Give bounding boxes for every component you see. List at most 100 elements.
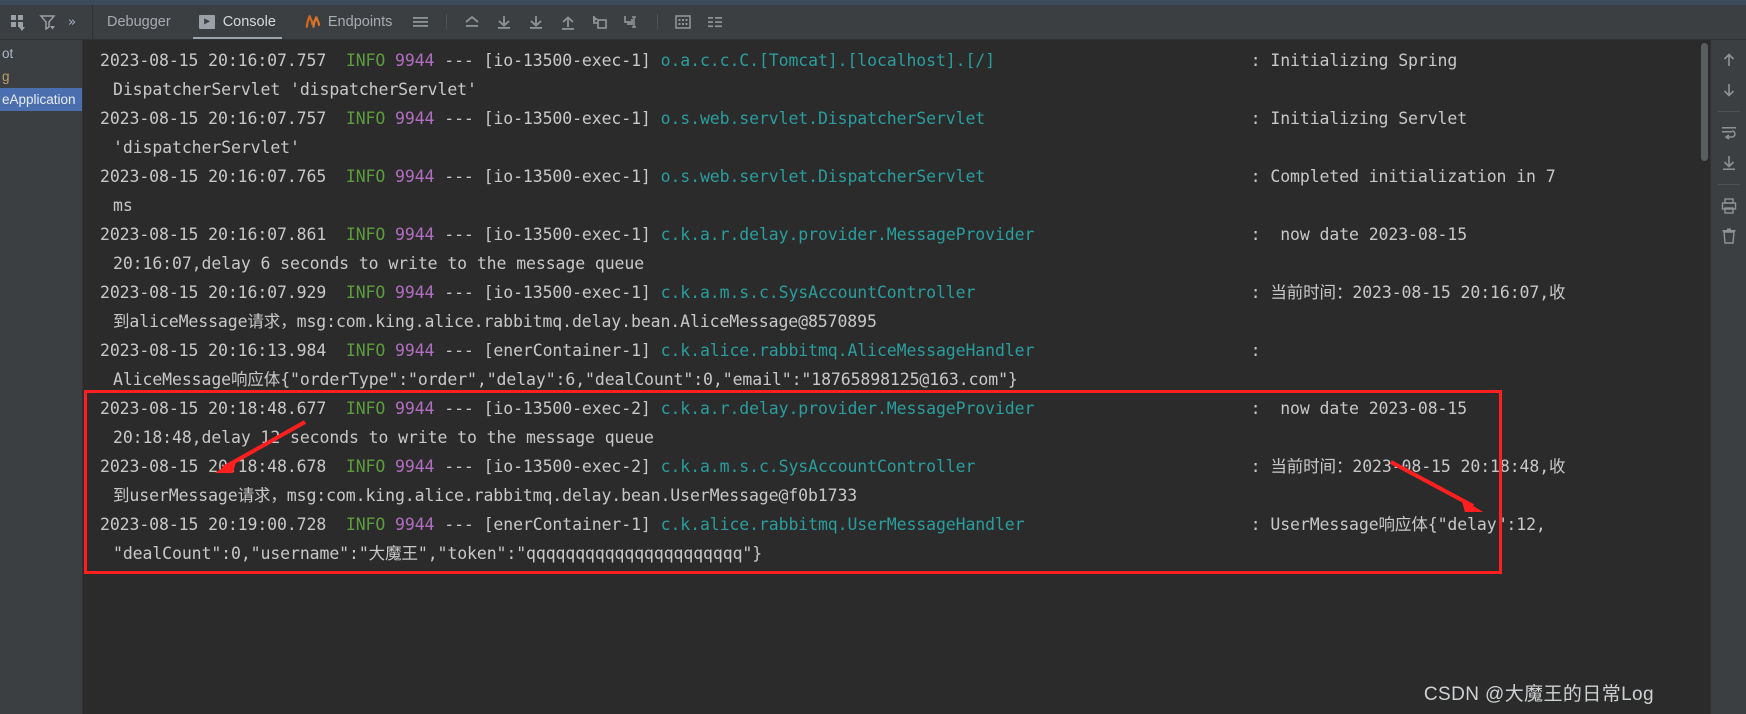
tab-console-label: Console [222, 14, 276, 30]
log-dashes: --- [444, 399, 474, 418]
console-line-text: 到aliceMessage请求，msg:com.king.alice.rabbi… [113, 312, 877, 331]
log-message: Completed initialization in 7 [1270, 167, 1556, 186]
soft-wrap-icon[interactable] [1715, 119, 1743, 147]
log-level: INFO [345, 225, 386, 244]
log-message: Initializing Spring [1270, 51, 1458, 70]
step-out-icon[interactable] [457, 8, 487, 36]
toolbar-left-group: » [0, 0, 93, 39]
log-dashes: --- [444, 167, 474, 186]
log-timestamp: 2023-08-15 20:18:48.677 [100, 399, 327, 418]
console-line-text: ms [113, 196, 133, 215]
console-line-continuation: 20:18:48,delay 12 seconds to write to th… [83, 423, 1710, 452]
tab-endpoints-label: Endpoints [327, 14, 393, 30]
log-separator: : [1250, 283, 1261, 302]
log-level: INFO [345, 399, 386, 418]
evaluate-icon[interactable] [668, 8, 698, 36]
log-separator: : [1250, 225, 1261, 244]
log-dashes: --- [444, 341, 474, 360]
log-timestamp: 2023-08-15 20:16:07.757 [100, 109, 327, 128]
log-separator: : [1250, 341, 1261, 360]
menu-icon[interactable] [406, 8, 436, 36]
scroll-to-end-icon[interactable] [1715, 149, 1743, 177]
scroll-down-icon[interactable] [1715, 76, 1743, 104]
print-icon[interactable] [1715, 192, 1743, 220]
tab-debugger[interactable]: Debugger [93, 5, 185, 39]
scroll-up-icon[interactable] [1715, 46, 1743, 74]
frames-row-1[interactable]: g [0, 65, 82, 88]
log-thread: [io-13500-exec-2] [483, 399, 651, 418]
console-line: 2023-08-15 20:18:48.678 INFO 9944 --- [i… [83, 452, 1710, 481]
clear-all-icon[interactable] [1715, 222, 1743, 250]
console-output-panel[interactable]: 2023-08-15 20:16:07.757 INFO 9944 --- [i… [83, 40, 1710, 714]
toolbar-divider-2 [657, 14, 659, 30]
layout-icon[interactable] [6, 10, 30, 34]
log-pid: 9944 [395, 515, 435, 534]
log-thread: [enerContainer-1] [483, 341, 651, 360]
log-logger: c.k.alice.rabbitmq.UserMessageHandler [660, 515, 1025, 534]
run-to-cursor-icon[interactable] [585, 8, 615, 36]
console-line: 2023-08-15 20:19:00.728 INFO 9944 --- [e… [83, 510, 1710, 539]
log-separator: : [1250, 399, 1261, 418]
endpoints-icon [304, 14, 321, 31]
log-thread: [io-13500-exec-1] [483, 51, 651, 70]
log-message: 当前时间：2023-08-15 20:18:48,收 [1270, 457, 1566, 476]
gutter-divider-1 [1717, 111, 1740, 112]
step-into-icon[interactable] [521, 8, 551, 36]
log-pid: 9944 [395, 167, 435, 186]
console-line: 2023-08-15 20:16:07.757 INFO 9944 --- [i… [83, 104, 1710, 133]
console-line-text: DispatcherServlet 'dispatcherServlet' [113, 80, 477, 99]
ide-window: » Debugger ▶ Console Endpoints ot g eApp… [0, 0, 1746, 714]
console-body: ot g eApplication 2023-08-15 20:16:07.75… [0, 40, 1746, 714]
log-timestamp: 2023-08-15 20:18:48.678 [100, 457, 327, 476]
settings-lines-icon[interactable] [700, 8, 730, 36]
console-line-continuation: AliceMessage响应体{"orderType":"order","del… [83, 365, 1710, 394]
force-step-into-icon[interactable] [553, 8, 583, 36]
log-separator: : [1250, 51, 1261, 70]
log-logger: o.s.web.servlet.DispatcherServlet [660, 109, 986, 128]
console-vertical-scrollbar[interactable] [1699, 40, 1710, 714]
log-level: INFO [345, 167, 386, 186]
watermark: CSDN @大魔王的日常Log [1423, 684, 1654, 705]
console-scroll-thumb[interactable] [1701, 43, 1708, 161]
log-message: 当前时间：2023-08-15 20:16:07,收 [1270, 283, 1566, 302]
console-line-text: "dealCount":0,"username":"大魔王","token":"… [113, 544, 763, 563]
log-thread: [io-13500-exec-1] [483, 167, 651, 186]
log-logger: c.k.a.m.s.c.SysAccountController [660, 457, 976, 476]
console-tabs: Debugger ▶ Console Endpoints [93, 0, 406, 39]
toolbar-divider-1 [446, 14, 448, 30]
log-logger: o.s.web.servlet.DispatcherServlet [660, 167, 986, 186]
tab-console[interactable]: ▶ Console [185, 5, 290, 39]
log-dashes: --- [444, 51, 474, 70]
console-line-continuation: ms [83, 191, 1710, 220]
console-line-continuation: DispatcherServlet 'dispatcherServlet' [83, 75, 1710, 104]
console-line-continuation: 到aliceMessage请求，msg:com.king.alice.rabbi… [83, 307, 1710, 336]
console-line-text: 'dispatcherServlet' [113, 138, 300, 157]
log-timestamp: 2023-08-15 20:16:07.929 [100, 283, 327, 302]
toolbar-overflow-button[interactable]: » [66, 15, 78, 30]
log-level: INFO [345, 51, 386, 70]
step-over-icon[interactable] [489, 8, 519, 36]
log-logger: c.k.a.m.s.c.SysAccountController [660, 283, 976, 302]
filter-icon[interactable] [36, 10, 60, 34]
console-line: 2023-08-15 20:16:07.757 INFO 9944 --- [i… [83, 46, 1710, 75]
log-level: INFO [345, 341, 386, 360]
log-pid: 9944 [395, 283, 435, 302]
log-message: now date 2023-08-15 [1270, 399, 1468, 418]
log-timestamp: 2023-08-15 20:19:00.728 [100, 515, 327, 534]
console-line-text: 20:18:48,delay 12 seconds to write to th… [113, 428, 654, 447]
log-timestamp: 2023-08-15 20:16:07.861 [100, 225, 327, 244]
log-message: now date 2023-08-15 [1270, 225, 1468, 244]
tab-endpoints[interactable]: Endpoints [290, 5, 407, 39]
console-line-text: AliceMessage响应体{"orderType":"order","del… [113, 370, 1018, 389]
frames-row-0[interactable]: ot [0, 42, 82, 65]
log-pid: 9944 [395, 51, 435, 70]
log-level: INFO [345, 283, 386, 302]
log-logger: o.a.c.c.C.[Tomcat].[localhost].[/] [660, 51, 995, 70]
console-line-text: 到userMessage请求，msg:com.king.alice.rabbit… [113, 486, 858, 505]
log-pid: 9944 [395, 399, 435, 418]
log-timestamp: 2023-08-15 20:16:07.757 [100, 51, 327, 70]
frames-row-2[interactable]: eApplication [0, 88, 82, 111]
log-message: Initializing Servlet [1270, 109, 1468, 128]
drop-frame-icon[interactable] [617, 8, 647, 36]
log-pid: 9944 [395, 225, 435, 244]
